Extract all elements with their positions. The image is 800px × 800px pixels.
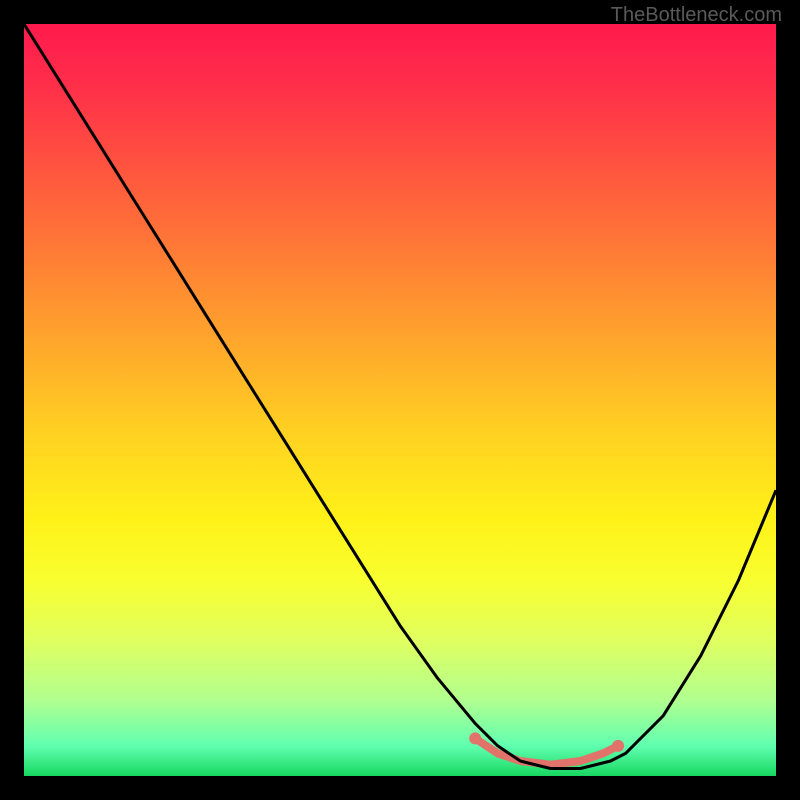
optimal-segment <box>469 732 624 764</box>
watermark-text: TheBottleneck.com <box>611 4 782 27</box>
bottleneck-curve <box>24 24 776 769</box>
chart-svg <box>24 24 776 776</box>
plot-frame <box>24 24 776 776</box>
